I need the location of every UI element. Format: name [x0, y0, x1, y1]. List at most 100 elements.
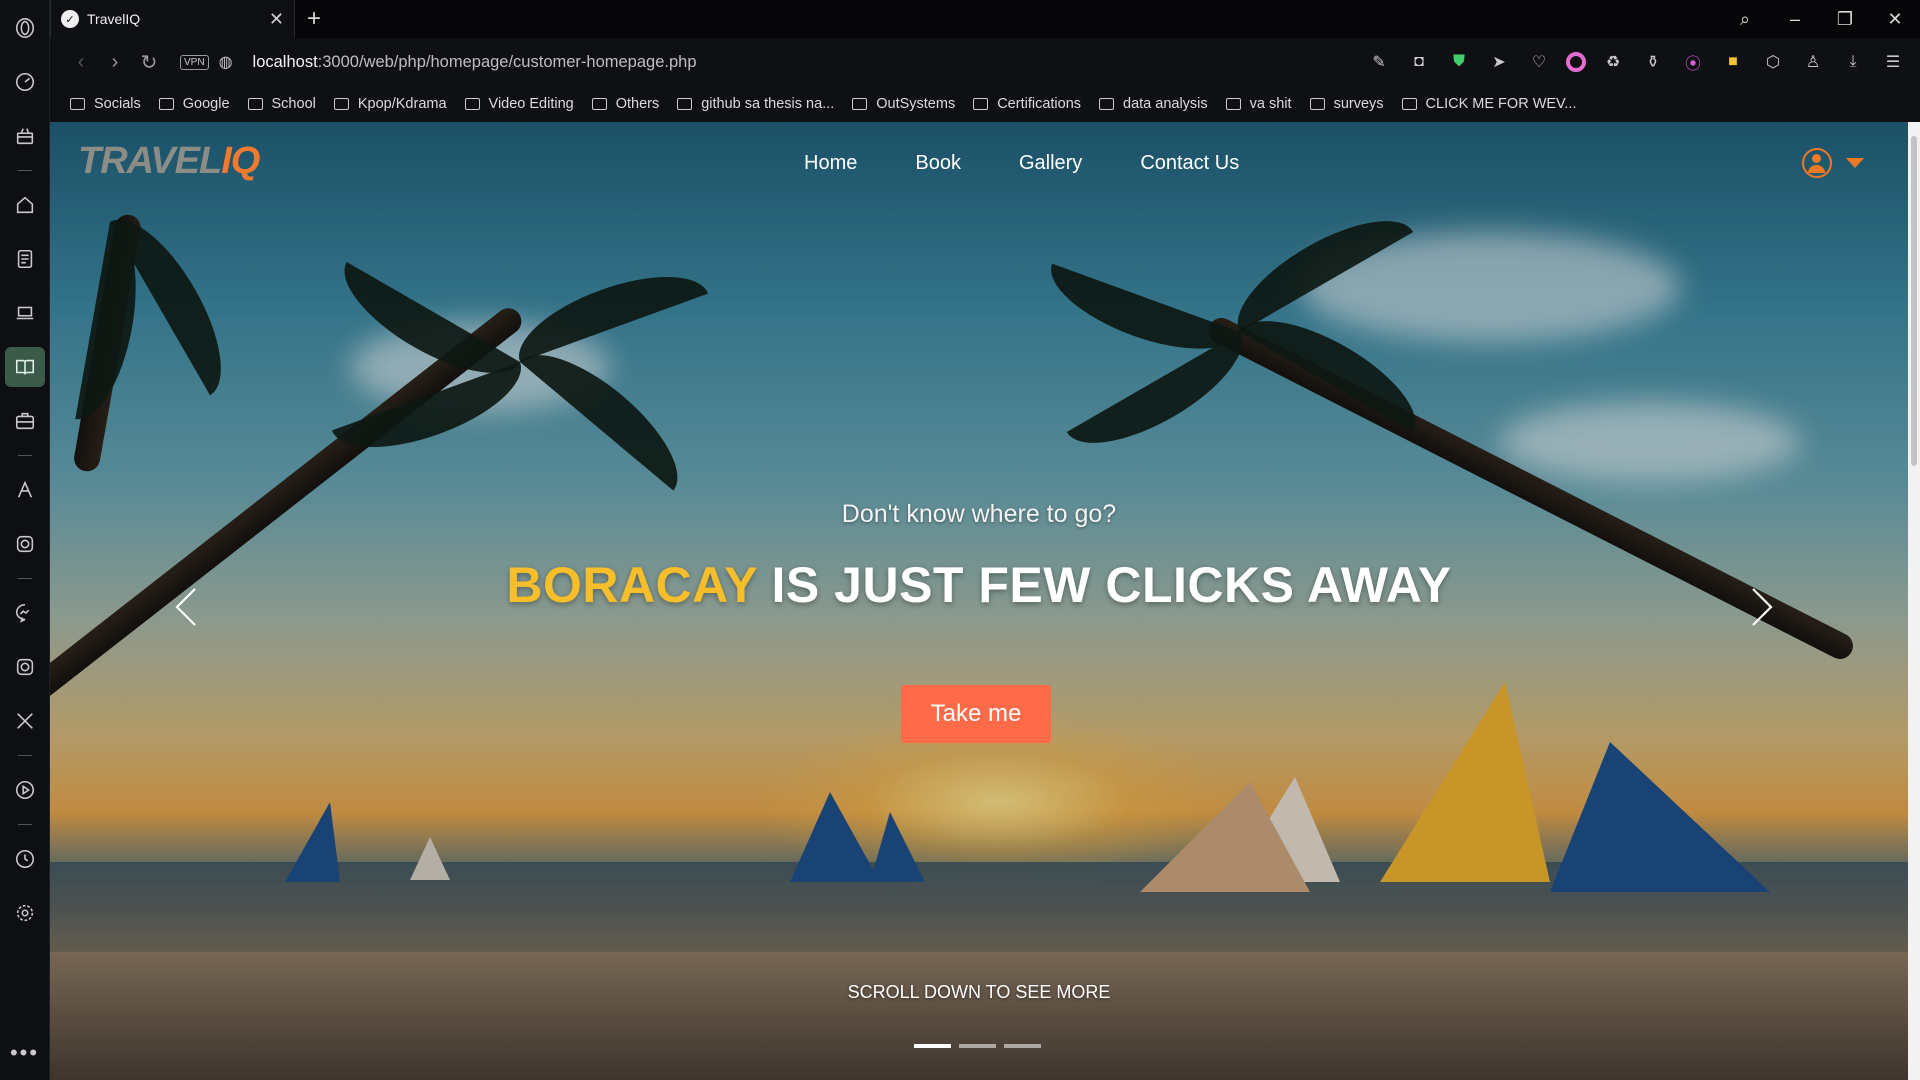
new-tab-button[interactable]: +	[295, 0, 333, 38]
easy-setup-icon[interactable]: ☰	[1880, 52, 1906, 72]
bookmark-label: surveys	[1333, 96, 1384, 112]
bookmark-label: Video Editing	[488, 96, 574, 112]
heart-bookmark-icon[interactable]: ♡	[1526, 52, 1552, 72]
bookmark-label: Kpop/Kdrama	[357, 96, 447, 112]
nav-link-gallery[interactable]: Gallery	[1019, 152, 1082, 175]
carousel-prev-arrow-icon[interactable]	[168, 577, 204, 637]
vpn-badge[interactable]: VPN	[180, 54, 209, 70]
site-info-globe-icon[interactable]: ◍	[219, 52, 233, 72]
bookmark-label: github sa thesis na...	[701, 96, 835, 112]
sidebar-divider	[17, 170, 32, 171]
user-avatar-icon[interactable]	[1802, 148, 1832, 178]
color-extension-icon[interactable]	[1566, 52, 1586, 72]
window-controls: ⌕ – ❐ ✕	[1720, 0, 1920, 38]
aria-ai-icon[interactable]	[5, 470, 45, 510]
hero-subheading: Don't know where to go?	[841, 500, 1117, 528]
shopping-basket-icon[interactable]	[5, 116, 45, 156]
logo-text: TRAVEL	[78, 140, 222, 182]
folder-icon	[1401, 98, 1417, 110]
broadcast-icon[interactable]: ⦿	[1680, 50, 1706, 74]
bookmark-folder[interactable]: Others	[591, 96, 660, 112]
bookmark-label: Others	[615, 96, 660, 112]
nav-link-home[interactable]: Home	[804, 152, 857, 175]
messenger-icon[interactable]	[5, 593, 45, 633]
snapshot-camera-icon[interactable]: ◘	[1406, 53, 1432, 71]
page-scrollbar[interactable]	[1908, 122, 1920, 1080]
bottle-extension-icon[interactable]: ⚱	[1640, 52, 1666, 72]
bookmark-folder[interactable]: Certifications	[973, 96, 1081, 112]
reload-icon[interactable]: ↻	[132, 50, 166, 75]
folder-icon	[70, 98, 85, 110]
nav-link-book[interactable]: Book	[915, 152, 961, 175]
bookmark-folder[interactable]: va shit	[1225, 96, 1292, 112]
bookmark-folder[interactable]: Video Editing	[464, 96, 574, 112]
url-host: localhost	[252, 52, 318, 71]
close-tab-icon[interactable]: ✕	[269, 9, 284, 30]
adblock-shield-icon[interactable]: ⛊	[1446, 53, 1472, 71]
bookmarks-bar: Socials Google School Kpop/Kdrama Video …	[50, 86, 1920, 122]
bookmark-label: OutSystems	[876, 96, 956, 112]
bookmark-folder[interactable]: Google	[158, 96, 230, 112]
minimize-button[interactable]: –	[1770, 9, 1820, 30]
url-path: :3000/web/php/homepage/customer-homepage…	[317, 52, 697, 71]
instagram-icon[interactable]	[5, 647, 45, 687]
bookmark-folder[interactable]: Kpop/Kdrama	[333, 96, 447, 112]
history-icon[interactable]	[5, 839, 45, 879]
bookmark-label: data analysis	[1123, 96, 1208, 112]
folder-icon	[1099, 98, 1115, 110]
player-icon[interactable]	[5, 770, 45, 810]
briefcase-icon[interactable]	[5, 401, 45, 441]
bookmark-folder[interactable]: School	[247, 96, 316, 112]
carousel-next-arrow-icon[interactable]	[1744, 577, 1780, 637]
download-icon[interactable]: ⤓	[1840, 53, 1866, 71]
bookmark-folder[interactable]: Socials	[70, 96, 141, 112]
home-icon[interactable]	[5, 185, 45, 225]
bookmark-folder[interactable]: surveys	[1309, 96, 1384, 112]
more-options-icon[interactable]: •••	[10, 1040, 39, 1066]
profile-icon[interactable]: ♙	[1800, 52, 1826, 72]
bookmark-folder[interactable]: data analysis	[1099, 96, 1208, 112]
folder-extension-icon[interactable]: ■	[1720, 53, 1746, 71]
page-viewport: TRAVELIQ Home Book Gallery Contact Us Do…	[50, 122, 1908, 1080]
carousel-dot[interactable]	[959, 1044, 996, 1048]
bookmark-folder[interactable]: OutSystems	[852, 96, 955, 112]
site-logo[interactable]: TRAVELIQ	[78, 140, 260, 183]
laptop-icon[interactable]	[5, 293, 45, 333]
sidebar-divider	[17, 578, 32, 579]
headline-accent: BORACAY	[506, 557, 758, 613]
tab-travel-iq[interactable]: ✓ TravelIQ ✕	[50, 0, 295, 38]
x-twitter-icon[interactable]	[5, 701, 45, 741]
forward-arrow-icon[interactable]: ›	[98, 51, 132, 74]
extensions-toolbar: ✎ ◘ ⛊ ➤ ♡ ♻ ⚱ ⦿ ■ ⬡ ♙ ⤓ ☰	[1366, 50, 1920, 74]
headline-rest: IS JUST FEW CLICKS AWAY	[757, 557, 1452, 613]
cube-icon[interactable]: ⬡	[1760, 52, 1786, 72]
back-arrow-icon[interactable]: ‹	[64, 51, 98, 74]
close-window-button[interactable]: ✕	[1870, 9, 1920, 30]
bookmark-label: Certifications	[997, 96, 1082, 112]
opera-logo-icon[interactable]	[5, 8, 45, 48]
bookmark-label: va shit	[1249, 96, 1292, 112]
bookmark-folder[interactable]: github sa thesis na...	[677, 96, 834, 112]
take-me-button[interactable]: Take me	[901, 685, 1051, 743]
search-tabs-icon[interactable]: ⌕	[1720, 9, 1770, 30]
send-icon[interactable]: ➤	[1486, 52, 1512, 72]
tab-title: TravelIQ	[87, 11, 141, 27]
carousel-dot[interactable]	[1004, 1044, 1041, 1048]
bookmark-folder[interactable]: CLICK ME FOR WEV...	[1401, 96, 1576, 112]
folder-icon	[464, 98, 480, 110]
reading-list-icon[interactable]	[4, 347, 45, 387]
user-menu[interactable]	[1802, 148, 1864, 178]
url-field[interactable]: localhost:3000/web/php/homepage/customer…	[253, 53, 697, 72]
speed-dial-icon[interactable]	[5, 62, 45, 102]
notes-icon[interactable]	[5, 239, 45, 279]
hero-headline: BORACAY IS JUST FEW CLICKS AWAY	[50, 556, 1908, 614]
dropdown-caret-icon[interactable]	[1846, 158, 1864, 168]
scrollbar-thumb[interactable]	[1911, 136, 1917, 466]
edit-icon[interactable]: ✎	[1366, 52, 1392, 72]
recycle-icon[interactable]: ♻	[1600, 52, 1626, 72]
carousel-dot[interactable]	[914, 1044, 951, 1048]
chatgpt-icon[interactable]	[5, 524, 45, 564]
restore-button[interactable]: ❐	[1820, 9, 1870, 30]
settings-gear-icon[interactable]	[5, 893, 45, 933]
nav-link-contact[interactable]: Contact Us	[1140, 152, 1239, 175]
